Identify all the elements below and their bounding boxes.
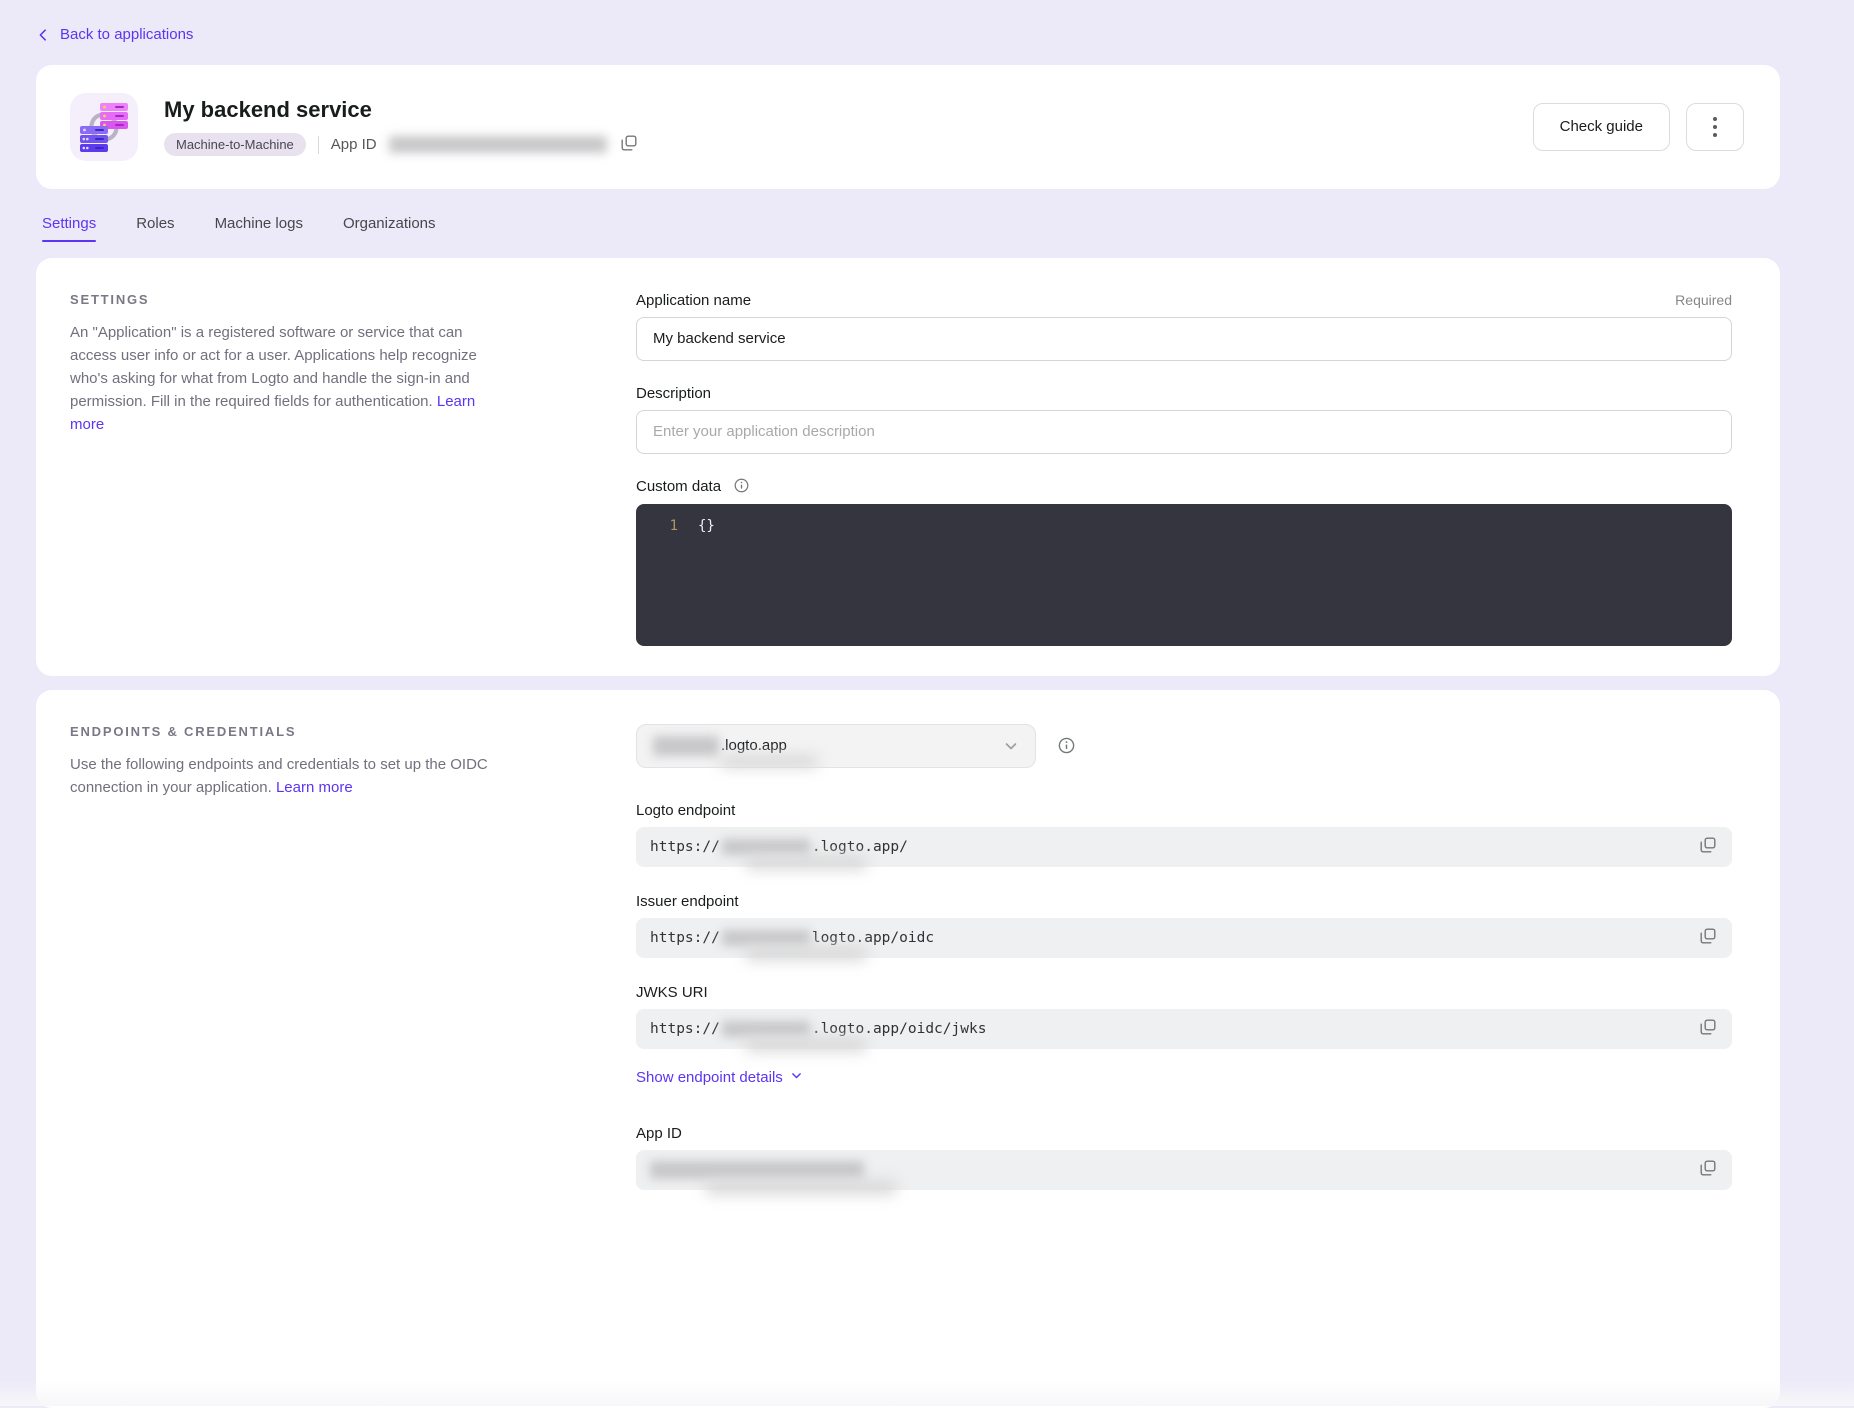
application-detail-page: Back to applications [0,0,1854,1408]
application-header-card: My backend service Machine-to-Machine Ap… [36,65,1780,189]
copy-icon [1700,928,1716,947]
tenant-name-smudge [721,755,817,768]
settings-section-intro: SETTINGS An "Application" is a registere… [70,292,510,646]
meta-divider [318,136,319,154]
app-id-label: App ID [331,136,377,153]
tenant-endpoint-row: .logto.app [636,724,1732,768]
app-id-redacted-value [389,136,607,153]
tab-organizations[interactable]: Organizations [343,215,436,242]
chevron-down-icon [790,1069,803,1086]
app-id-field-label: App ID [636,1125,1732,1142]
application-title: My backend service [164,97,639,123]
back-link-label: Back to applications [60,26,193,43]
copy-icon [1700,1160,1716,1179]
custom-data-info-icon[interactable] [734,478,749,493]
code-content: {} [698,518,715,534]
description-input[interactable] [636,410,1732,454]
check-guide-button[interactable]: Check guide [1533,103,1670,151]
app-id-smudge [706,1180,896,1195]
copy-jwks-uri-button[interactable] [1698,1017,1718,1040]
logto-endpoint-field: https:// .logto.app/ [636,827,1732,867]
endpoints-learn-more-link[interactable]: Learn more [276,779,353,796]
endpoint-url-suffix: .logto.app/ [812,839,908,855]
logto-endpoint-group: Logto endpoint https:// .logto.app/ [636,802,1732,867]
issuer-endpoint-label: Issuer endpoint [636,893,1732,910]
logto-endpoint-label: Logto endpoint [636,802,1732,819]
endpoints-form: .logto.app Logto endpoint https:// .logto… [636,724,1732,1378]
jwks-uri-label: JWKS URI [636,984,1732,1001]
tab-machine-logs[interactable]: Machine logs [215,215,303,242]
settings-section-title: SETTINGS [70,292,510,307]
tenant-domain-select[interactable]: .logto.app [636,724,1036,768]
application-meta-row: Machine-to-Machine App ID [164,133,639,156]
copy-icon [1700,837,1716,856]
description-group: Description [636,385,1732,454]
endpoint-url-prefix: https:// [650,839,720,855]
endpoint-smudge [746,1037,866,1052]
endpoint-url-suffix: logto.app/oidc [812,930,934,946]
required-note: Required [1675,292,1732,308]
copy-app-id-button[interactable] [619,133,639,156]
endpoint-url-suffix: .logto.app/oidc/jwks [812,1021,987,1037]
jwks-uri-field: https:// .logto.app/oidc/jwks [636,1009,1732,1049]
tenant-domain-text: .logto.app [721,737,787,754]
tenant-name-redacted [653,736,719,756]
app-id-group: App ID [636,1125,1732,1190]
copy-issuer-endpoint-button[interactable] [1698,926,1718,949]
issuer-endpoint-group: Issuer endpoint https:// logto.app/oidc [636,893,1732,958]
app-type-badge: Machine-to-Machine [164,133,306,156]
endpoint-url-prefix: https:// [650,930,720,946]
show-endpoint-details-link[interactable]: Show endpoint details [636,1069,803,1086]
issuer-endpoint-field: https:// logto.app/oidc [636,918,1732,958]
custom-data-group: Custom data 1 {} [636,478,1732,646]
endpoint-smudge [746,855,866,870]
settings-card: SETTINGS An "Application" is a registere… [36,258,1780,676]
endpoints-credentials-card: ENDPOINTS & CREDENTIALS Use the followin… [36,690,1780,1408]
endpoint-redacted-segment [722,839,810,855]
jwks-uri-group: JWKS URI https:// .logto.app/oidc/jwks [636,984,1732,1049]
kebab-menu-icon [1713,117,1717,137]
application-name-label: Application name [636,292,751,309]
endpoints-section-intro: ENDPOINTS & CREDENTIALS Use the followin… [70,724,510,1378]
more-actions-button[interactable] [1686,103,1744,151]
machine-to-machine-app-icon [70,93,138,161]
app-id-redacted-value [650,1161,864,1179]
tab-settings[interactable]: Settings [42,215,96,242]
copy-icon [1700,1019,1716,1038]
settings-section-description: An "Application" is a registered softwar… [70,321,510,436]
endpoint-url-prefix: https:// [650,1021,720,1037]
chevron-left-icon [36,28,50,42]
application-name-input[interactable] [636,317,1732,361]
code-line: 1 {} [636,518,1732,534]
custom-data-code-editor[interactable]: 1 {} [636,504,1732,646]
header-actions: Check guide [1533,103,1744,151]
copy-logto-endpoint-button[interactable] [1698,835,1718,858]
application-name-group: Application name Required [636,292,1732,361]
settings-form: Application name Required Description Cu… [636,292,1732,646]
endpoints-section-description: Use the following endpoints and credenti… [70,753,510,799]
copy-icon [621,135,637,154]
tab-roles[interactable]: Roles [136,215,174,242]
application-tabs: Settings Roles Machine logs Organization… [36,215,1780,242]
endpoint-redacted-segment [722,930,810,946]
chevron-down-icon [1003,738,1019,754]
copy-app-id-value-button[interactable] [1698,1158,1718,1181]
back-to-applications-link[interactable]: Back to applications [36,26,193,43]
application-header-info: My backend service Machine-to-Machine Ap… [164,97,639,156]
description-label: Description [636,385,711,402]
endpoints-section-title: ENDPOINTS & CREDENTIALS [70,724,510,739]
endpoint-smudge [746,946,866,961]
code-line-number: 1 [636,518,678,534]
app-id-field [636,1150,1732,1190]
custom-data-label: Custom data [636,478,721,495]
tenant-endpoint-info-icon[interactable] [1058,737,1075,754]
endpoint-redacted-segment [722,1021,810,1037]
